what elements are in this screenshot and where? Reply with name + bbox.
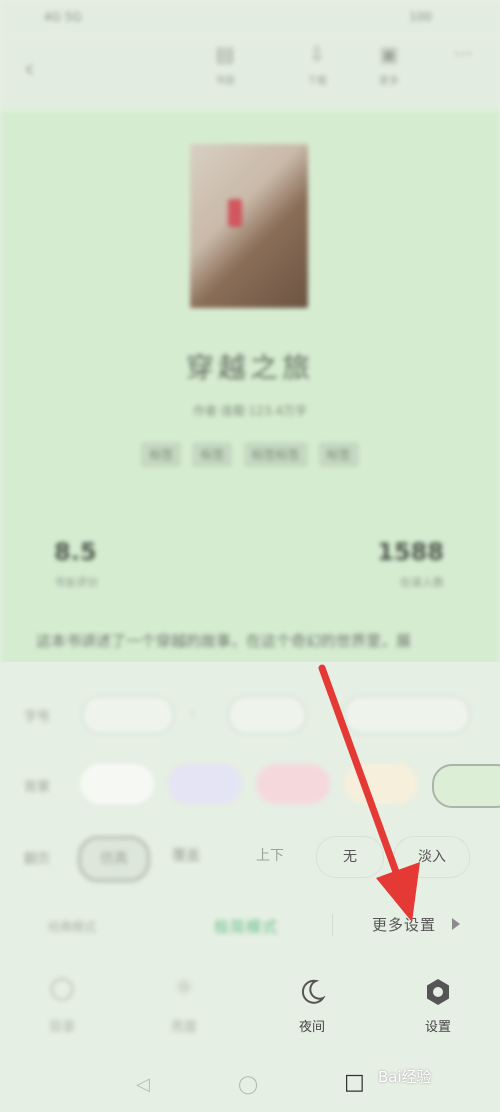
catalog-icon: ◯: [49, 976, 75, 1001]
toolbar-item-2[interactable]: ▣ 更多: [354, 42, 424, 87]
background-label: 背景: [24, 780, 51, 795]
rating-stat: 8.5 书友评分: [54, 538, 98, 590]
more-icon: ▣: [379, 42, 399, 66]
bg-swatch-lavender[interactable]: [168, 764, 242, 804]
bg-swatch-green-selected[interactable]: [432, 764, 500, 808]
tag[interactable]: 标签标签: [243, 442, 308, 467]
classic-mode-button[interactable]: 经典模式: [48, 918, 96, 935]
brightness-label: 亮度: [170, 1020, 197, 1035]
tag[interactable]: 标签: [192, 442, 233, 467]
rating-value: 8.5: [54, 538, 97, 566]
tag[interactable]: 标签: [141, 442, 182, 467]
rating-label: 书友评分: [54, 576, 98, 589]
nav-back-icon[interactable]: ◁: [136, 1074, 150, 1095]
font-size-value: ·: [190, 706, 195, 722]
anim-option-1[interactable]: 覆盖: [156, 836, 216, 876]
anim-option-4[interactable]: 淡入: [394, 836, 470, 878]
top-toolbar: ‹ ▤ 书架 ⇩ 下载 ▣ 更多 ···: [0, 36, 500, 110]
book-detail: 穿越之旅 作者·连载·123.4万字 标签 标签 标签标签 标签 8.5 书友评…: [0, 110, 500, 670]
font-size-label: 字号: [24, 710, 51, 725]
back-icon[interactable]: ‹: [24, 54, 34, 84]
toolbar-item-1[interactable]: ⇩ 下载: [282, 42, 352, 87]
settings-button[interactable]: 设置: [398, 976, 478, 1035]
cover-art: [228, 199, 242, 227]
page-turn-label: 翻页: [24, 852, 51, 867]
readers-stat: 1588 在读人数: [377, 538, 444, 590]
battery-text: 100: [409, 10, 432, 24]
night-mode-label: 夜间: [298, 1020, 325, 1035]
settings-label: 设置: [424, 1020, 451, 1035]
tag[interactable]: 标签: [318, 442, 359, 467]
watermark: Bai经验: [378, 1068, 432, 1086]
book-title: 穿越之旅: [185, 351, 314, 384]
anim-option-3[interactable]: 无: [316, 836, 384, 878]
font-decrease-button[interactable]: [82, 696, 174, 734]
night-mode-button[interactable]: 夜间: [272, 976, 352, 1035]
toolbar-label: 书架: [215, 76, 235, 87]
font-size-row: 字号 ·: [0, 696, 500, 736]
signal-text: 4G 5G: [44, 10, 82, 24]
book-meta: 作者·连载·123.4万字: [193, 404, 307, 418]
readers-value: 1588: [377, 538, 444, 566]
divider: [332, 914, 333, 936]
gear-icon: [398, 976, 478, 1008]
page-turn-row: 翻页 仿真 覆盖 上下 无 淡入: [0, 836, 500, 882]
catalog-label: 目录: [48, 1020, 75, 1035]
book-intro: 这本书讲述了一个穿越的故事，在这个奇幻的世界里，展: [36, 632, 412, 650]
font-family-button[interactable]: [344, 696, 470, 734]
dots-icon: ···: [453, 42, 473, 66]
font-increase-button[interactable]: [228, 696, 306, 734]
toolbar-label: 更多: [379, 76, 399, 87]
bg-swatch-cream[interactable]: [344, 764, 418, 804]
book-cover[interactable]: [190, 144, 308, 308]
notes-icon: ▤: [215, 42, 235, 66]
background-row: 背景: [0, 764, 500, 808]
moon-icon: [272, 976, 352, 1008]
toolbar-item-0[interactable]: ▤ 书架: [190, 42, 260, 87]
bottom-tools: ◯ 目录 ☼ 亮度 夜间 设置: [0, 968, 500, 1048]
anim-option-0[interactable]: 仿真: [78, 836, 150, 882]
toolbar-item-3[interactable]: ···: [428, 42, 498, 66]
nav-recents-icon[interactable]: □: [344, 1070, 365, 1095]
toolbar-label: 下载: [307, 76, 327, 87]
more-settings-button[interactable]: 更多设置: [372, 914, 436, 935]
nav-home-icon[interactable]: ◯: [238, 1074, 258, 1095]
readers-label: 在读人数: [400, 576, 444, 589]
brightness-icon: ☼: [174, 976, 194, 1001]
bg-swatch-white[interactable]: [80, 764, 154, 804]
catalog-button[interactable]: ◯ 目录: [22, 976, 102, 1035]
anim-option-2[interactable]: 上下: [238, 836, 302, 876]
mode-row: 经典模式 极简模式 更多设置: [0, 906, 500, 946]
bg-swatch-pink[interactable]: [256, 764, 330, 804]
brightness-button[interactable]: ☼ 亮度: [144, 976, 224, 1035]
book-tags: 标签 标签 标签标签 标签: [0, 442, 500, 467]
status-bar: 4G 5G 100: [0, 0, 500, 36]
minimal-mode-button[interactable]: 极简模式: [214, 916, 278, 937]
download-icon: ⇩: [308, 42, 326, 66]
play-arrow-icon: [452, 918, 460, 930]
